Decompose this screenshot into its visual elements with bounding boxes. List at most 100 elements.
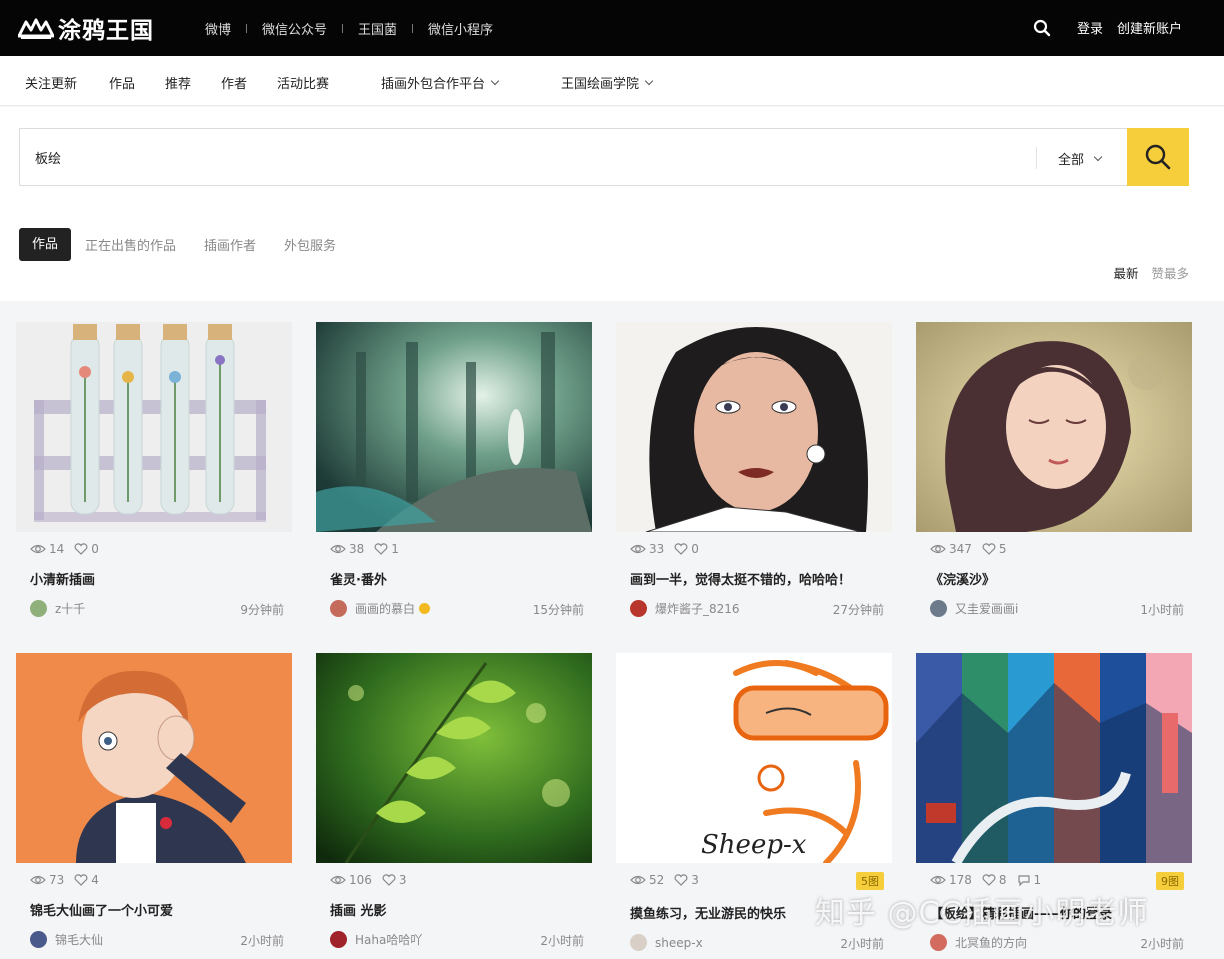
work-card[interactable]: 106 3 插画 光影 Haha哈哈吖 2小时前	[316, 653, 592, 959]
likes-value: 0	[91, 542, 99, 556]
eye-icon	[630, 544, 646, 554]
work-card[interactable]: 33 0 画到一半，觉得太挺不错的，哈哈哈！ 爆炸酱子_8216 27分钟前	[616, 322, 892, 642]
tab-outsourcing[interactable]: 外包服务	[284, 235, 336, 254]
likes-count[interactable]: 5	[982, 542, 1007, 556]
chevron-down-icon	[1093, 152, 1103, 161]
top-link-miniprogram[interactable]: 微信小程序	[428, 19, 493, 38]
views-value: 38	[349, 542, 365, 556]
eye-icon	[330, 875, 346, 885]
likes-count[interactable]: 0	[674, 542, 699, 556]
author-link[interactable]: 爆炸酱子_8216	[630, 600, 740, 617]
author-link[interactable]: 锦毛大仙	[30, 931, 103, 948]
comment-icon	[1017, 875, 1030, 886]
eye-icon	[630, 875, 646, 885]
avatar	[930, 934, 947, 951]
likes-count[interactable]: 3	[382, 873, 407, 887]
login-link[interactable]: 登录	[1077, 18, 1103, 37]
author-link[interactable]: 画画的慕白	[330, 600, 431, 617]
logo-icon	[18, 18, 54, 39]
nav-outsourcing-label: 插画外包合作平台	[381, 77, 486, 92]
search-button[interactable]	[1127, 128, 1189, 186]
author-link[interactable]: sheep-x	[630, 934, 703, 951]
eye-icon	[930, 875, 946, 885]
likes-count[interactable]: 3	[674, 873, 699, 887]
author-name: Haha哈哈吖	[355, 933, 423, 947]
top-link-wechat[interactable]: 微信公众号	[262, 19, 327, 38]
post-time: 2小时前	[240, 934, 284, 948]
likes-count[interactable]: 1	[374, 542, 399, 556]
views-count: 106	[330, 873, 372, 887]
post-time: 2小时前	[1140, 937, 1184, 951]
nav-academy-dropdown[interactable]: 王国绘画学院	[561, 73, 654, 92]
likes-value: 3	[398, 873, 407, 887]
artwork-thumbnail[interactable]	[16, 653, 292, 863]
work-card[interactable]: 347 5 《浣溪沙》 又圭爱画画i 1小时前	[916, 322, 1192, 642]
comments-value: 1	[1033, 873, 1042, 887]
nav-following[interactable]: 关注更新	[25, 73, 77, 92]
tab-for-sale[interactable]: 正在出售的作品	[85, 235, 176, 254]
top-link-weibo[interactable]: 微博	[205, 19, 231, 38]
post-time: 1小时前	[1140, 603, 1184, 617]
author-link[interactable]: 北冥鱼的方向	[930, 934, 1027, 951]
post-time: 27分钟前	[832, 603, 884, 617]
likes-value: 5	[998, 542, 1007, 556]
artwork-thumbnail[interactable]	[316, 653, 592, 863]
author-name: 爆炸酱子_8216	[655, 602, 740, 616]
nav-recommend[interactable]: 推荐	[165, 73, 191, 92]
author-name: 锦毛大仙	[55, 933, 104, 947]
artwork-thumbnail[interactable]	[916, 322, 1192, 532]
author-name: sheep-x	[655, 935, 703, 950]
author-link[interactable]: Haha哈哈吖	[330, 931, 422, 948]
work-title[interactable]: 摸鱼练习，无业游民的快乐	[630, 903, 786, 922]
views-value: 14	[49, 542, 65, 556]
sort-most-liked[interactable]: 赞最多	[1151, 263, 1189, 282]
heart-icon	[982, 874, 996, 886]
work-title[interactable]: 锦毛大仙画了一个小可爱	[30, 900, 173, 919]
likes-count[interactable]: 0	[74, 542, 99, 556]
likes-value: 4	[91, 873, 99, 887]
image-count-badge: 9图	[1156, 872, 1184, 890]
site-logo[interactable]: 涂鸦王国	[18, 13, 154, 44]
artwork-thumbnail[interactable]	[16, 322, 292, 532]
chevron-down-icon	[490, 76, 500, 85]
search-scope-select[interactable]: 全部	[1058, 149, 1103, 168]
top-link-kingdom[interactable]: 王国菌	[358, 19, 397, 38]
artwork-thumbnail[interactable]: Sheep-x	[616, 653, 892, 863]
work-card[interactable]: 38 1 雀灵·番外 画画的慕白 15分钟前	[316, 322, 592, 642]
card-stats: 347 5	[930, 542, 1017, 556]
artwork-thumbnail[interactable]	[316, 322, 592, 532]
author-link[interactable]: 又圭爱画画i	[930, 600, 1018, 617]
nav-works[interactable]: 作品	[109, 73, 135, 92]
nav-authors[interactable]: 作者	[221, 73, 247, 92]
author-name: 北冥鱼的方向	[955, 936, 1028, 950]
artwork-thumbnail[interactable]	[616, 322, 892, 532]
tab-illustrators[interactable]: 插画作者	[204, 235, 256, 254]
nav-outsourcing-dropdown[interactable]: 插画外包合作平台	[381, 73, 500, 92]
eye-icon	[30, 544, 46, 554]
card-stats: 52 3	[630, 873, 709, 887]
work-title[interactable]: 插画 光影	[330, 900, 387, 919]
artwork-thumbnail[interactable]	[916, 653, 1192, 863]
nav-contests[interactable]: 活动比赛	[277, 73, 329, 92]
sort-latest[interactable]: 最新	[1113, 263, 1138, 282]
likes-value: 0	[691, 542, 699, 556]
comments-count[interactable]: 1	[1017, 873, 1042, 887]
card-stats: 38 1	[330, 542, 409, 556]
card-stats: 33 0	[630, 542, 709, 556]
search-icon[interactable]	[1033, 19, 1051, 37]
register-link[interactable]: 创建新账户	[1117, 18, 1182, 37]
work-card[interactable]: 73 4 锦毛大仙画了一个小可爱 锦毛大仙 2小时前	[16, 653, 292, 959]
work-title[interactable]: 小清新插画	[30, 569, 95, 588]
post-time: 2小时前	[540, 934, 584, 948]
heart-icon	[382, 874, 396, 886]
work-title[interactable]: 《浣溪沙》	[930, 569, 995, 588]
search-input[interactable]	[20, 129, 1035, 185]
author-link[interactable]: z十千	[30, 600, 85, 617]
views-count: 14	[30, 542, 64, 556]
likes-count[interactable]: 8	[982, 873, 1007, 887]
work-card[interactable]: 14 0 小清新插画 z十千 9分钟前	[16, 322, 292, 642]
likes-count[interactable]: 4	[74, 873, 99, 887]
work-title[interactable]: 画到一半，觉得太挺不错的，哈哈哈！	[630, 569, 851, 588]
work-title[interactable]: 雀灵·番外	[330, 569, 387, 588]
tab-works[interactable]: 作品	[19, 228, 72, 261]
